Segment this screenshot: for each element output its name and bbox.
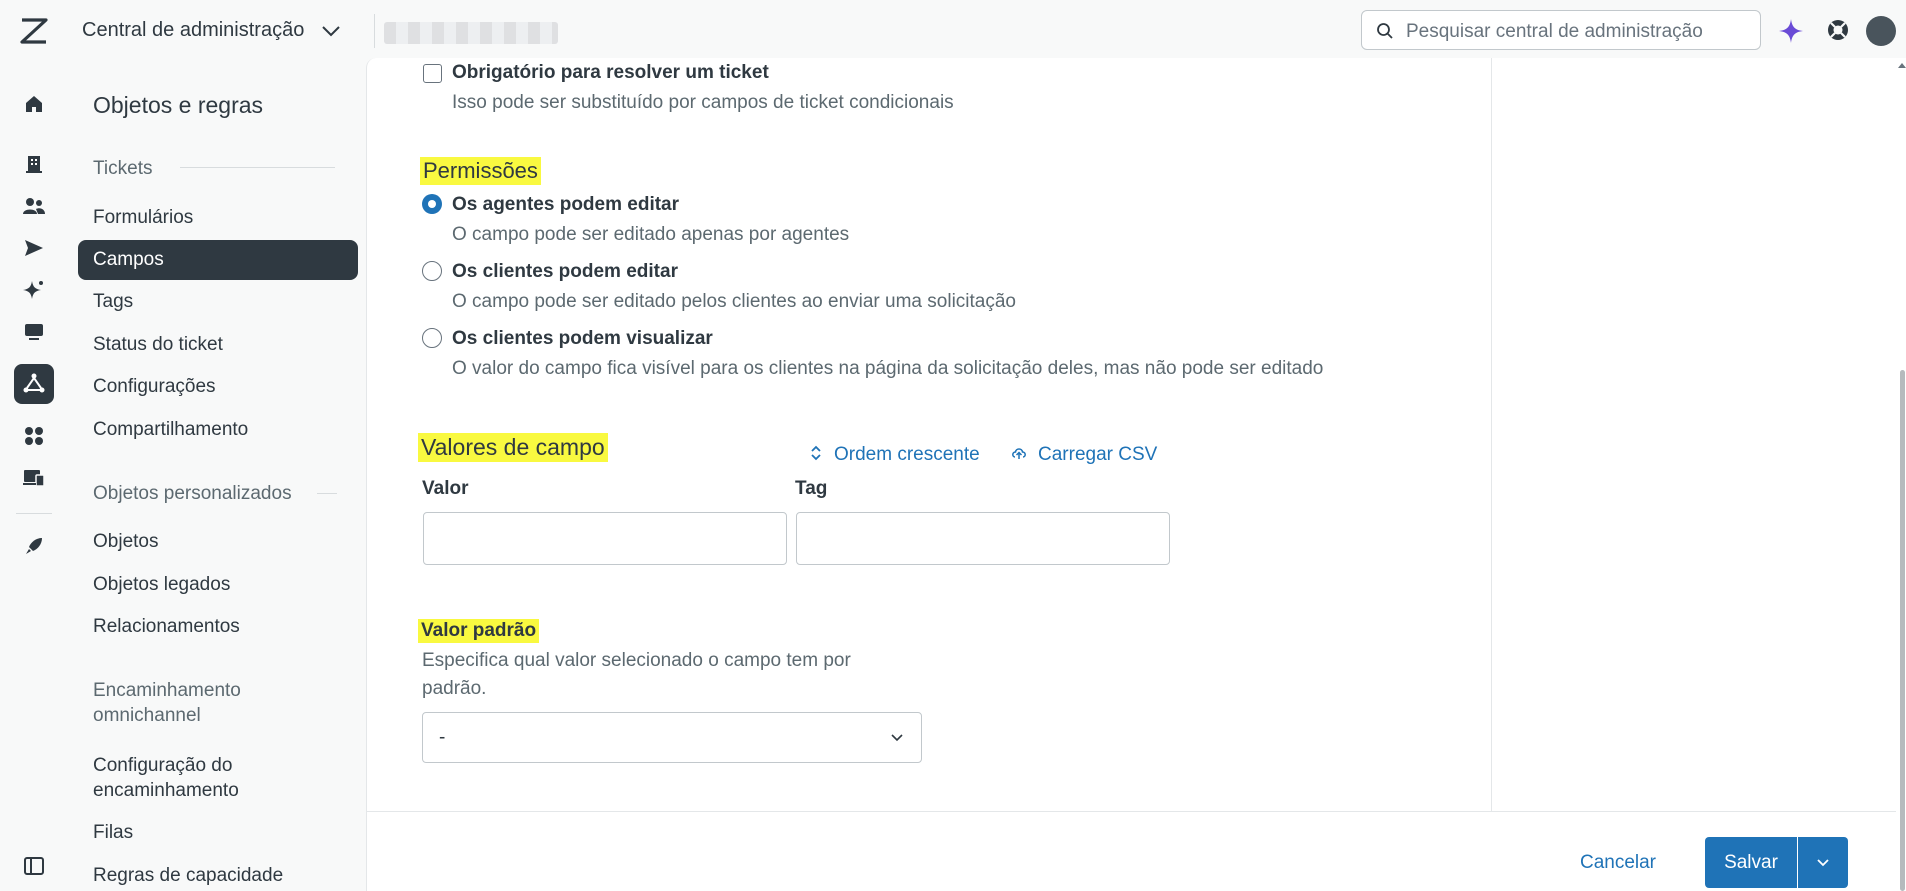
redacted-account-name [384, 22, 558, 44]
upload-csv-link[interactable]: Carregar CSV [1038, 444, 1157, 466]
nav-item-tags[interactable]: Tags [78, 282, 358, 322]
required-to-solve-checkbox[interactable] [423, 64, 442, 83]
people-icon[interactable] [14, 186, 54, 226]
sort-icon[interactable] [808, 445, 824, 461]
building-icon[interactable] [14, 144, 54, 184]
required-to-solve-description: Isso pode ser substituído por campos de … [452, 92, 954, 113]
sparkle-icon[interactable] [14, 270, 54, 310]
product-rail [0, 62, 68, 891]
secondary-nav: Objetos e regras Tickets Formulários Cam… [68, 62, 366, 891]
avatar[interactable] [1866, 16, 1896, 46]
help-lifebuoy-icon[interactable] [1826, 18, 1850, 42]
nav-item-objetos-legados[interactable]: Objetos legados [78, 565, 358, 605]
divider [317, 493, 337, 494]
divider [1491, 58, 1492, 812]
search-placeholder: Pesquisar central de administração [1406, 21, 1703, 42]
nav-section-tickets: Tickets [93, 158, 153, 179]
radio-customers-can-view-label[interactable]: Os clientes podem visualizar [452, 328, 713, 350]
tag-input[interactable] [796, 512, 1170, 565]
radio-customers-can-edit[interactable] [422, 261, 442, 281]
home-icon[interactable] [14, 84, 54, 124]
sidebar-toggle-icon[interactable] [14, 846, 54, 886]
radio-agents-can-edit-description: O campo pode ser editado apenas por agen… [452, 224, 850, 245]
default-value-selected: - [439, 727, 446, 748]
sort-ascending-link[interactable]: Ordem crescente [834, 444, 980, 466]
nav-item-filas[interactable]: Filas [78, 813, 358, 853]
field-values-heading: Valores de campo [418, 433, 608, 462]
nav-title: Objetos e regras [93, 92, 264, 118]
radio-agents-can-edit[interactable] [422, 194, 442, 214]
nav-item-relacionamentos[interactable]: Relacionamentos [78, 607, 358, 647]
scrollbar-thumb[interactable] [1900, 370, 1905, 891]
nav-item-campos[interactable]: Campos [78, 240, 358, 280]
chevron-down-icon[interactable] [320, 23, 342, 39]
nav-item-compartilhamento[interactable]: Compartilhamento [78, 410, 358, 450]
ai-sparkle-icon[interactable] [1777, 17, 1805, 45]
required-to-solve-label: Obrigatório para resolver um ticket [452, 62, 769, 83]
divider [180, 167, 335, 168]
search-input[interactable]: Pesquisar central de administração [1361, 10, 1761, 50]
default-value-heading: Valor padrão [418, 619, 540, 643]
value-column-label: Valor [422, 478, 469, 499]
value-input[interactable] [423, 512, 787, 565]
tag-column-label: Tag [795, 478, 828, 499]
default-value-description-cont: padrão. [422, 678, 487, 699]
radio-customers-can-edit-description: O campo pode ser editado pelos clientes … [452, 291, 1016, 312]
default-value-description: Especifica qual valor selecionado o camp… [422, 650, 851, 671]
nav-section-objetos-personalizados: Objetos personalizados [93, 483, 292, 504]
default-value-select[interactable]: - [422, 712, 922, 763]
nav-item-configuracao-do-encaminhamento[interactable]: Configuração do encaminhamento [78, 751, 278, 805]
radio-customers-can-view-description: O valor do campo fica visível para os cl… [452, 358, 1324, 379]
rocket-icon[interactable] [14, 526, 54, 566]
chevron-down-icon [891, 734, 903, 742]
save-options-button[interactable] [1798, 837, 1848, 888]
footer-divider [366, 811, 1896, 812]
scroll-up-arrow-icon[interactable] [1898, 62, 1906, 70]
radio-customers-can-view[interactable] [422, 328, 442, 348]
chevron-down-icon [1817, 858, 1829, 866]
nav-section-encaminhamento: Encaminhamento omnichannel [93, 680, 241, 726]
main-panel [366, 58, 1906, 891]
cancel-button[interactable]: Cancelar [1558, 838, 1678, 888]
save-button[interactable]: Salvar [1705, 837, 1797, 888]
workspace-icon[interactable] [14, 458, 54, 498]
rail-divider [16, 513, 52, 514]
send-icon[interactable] [14, 228, 54, 268]
nav-item-regras-de-capacidade[interactable]: Regras de capacidade [78, 856, 358, 891]
objects-rules-icon[interactable] [14, 364, 54, 404]
permissions-heading: Permissões [420, 157, 541, 185]
zendesk-logo-icon[interactable] [20, 18, 48, 44]
radio-customers-can-edit-label[interactable]: Os clientes podem editar [452, 261, 678, 283]
upload-cloud-icon[interactable] [1011, 445, 1027, 461]
radio-agents-can-edit-label[interactable]: Os agentes podem editar [452, 194, 679, 216]
search-icon [1377, 23, 1393, 39]
nav-item-status-do-ticket[interactable]: Status do ticket [78, 325, 358, 365]
nav-item-configuracoes[interactable]: Configurações [78, 367, 358, 407]
nav-item-formularios[interactable]: Formulários [78, 198, 358, 238]
nav-item-objetos[interactable]: Objetos [78, 522, 358, 562]
apps-grid-icon[interactable] [14, 416, 54, 456]
app-title[interactable]: Central de administração [82, 19, 304, 42]
top-bar: Central de administração Pesquisar centr… [0, 0, 1906, 62]
chat-icon[interactable] [14, 312, 54, 352]
divider [374, 14, 375, 48]
